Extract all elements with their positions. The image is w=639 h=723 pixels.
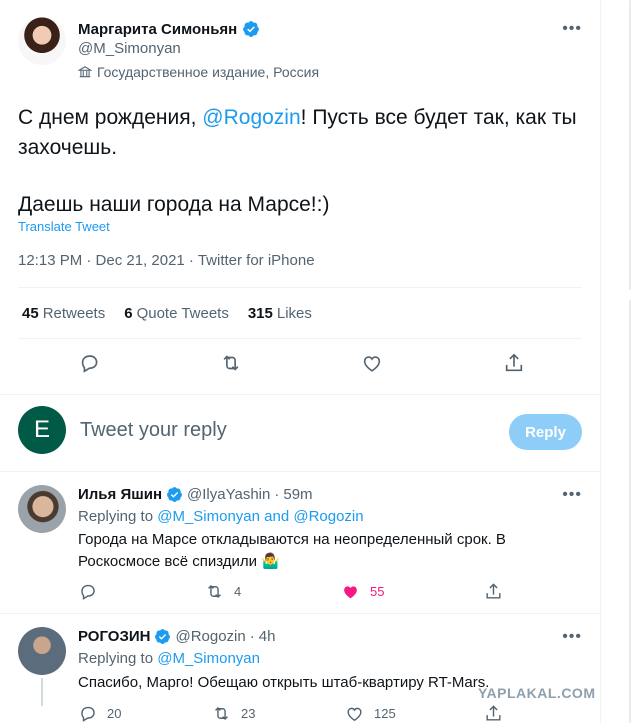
divider	[0, 613, 600, 614]
retweet-icon	[208, 584, 221, 599]
scrollbar-track[interactable]	[629, 0, 631, 290]
reply-text: Города на Марсе откладываются на неопред…	[78, 531, 506, 570]
share-icon[interactable]	[503, 352, 525, 374]
like-icon[interactable]	[361, 352, 383, 374]
tweet-detail-column: Маргарита Симоньян @M_Simonyan Государст…	[0, 0, 601, 723]
reply-author-name[interactable]: Илья Яшин	[78, 486, 162, 503]
reply-count: 20	[107, 706, 122, 721]
reply-header: Илья Яшин @IlyaYashin · 59m	[78, 486, 313, 503]
like-icon	[344, 586, 357, 599]
reply-author-name[interactable]: РОГОЗИН	[78, 628, 150, 645]
reply-header: РОГОЗИН @Rogozin · 4h	[78, 628, 275, 645]
author-name-row[interactable]: Маргарита Симоньян	[78, 20, 260, 38]
author-avatar[interactable]	[18, 17, 66, 65]
tweet-text-part1: С днем рождения,	[18, 106, 203, 129]
current-user-avatar[interactable]: E	[18, 406, 66, 454]
divider	[0, 471, 600, 472]
stat-retweets[interactable]: 45 Retweets	[22, 305, 105, 322]
like-icon	[347, 707, 362, 722]
reply-avatar[interactable]	[18, 627, 66, 675]
tweet-timestamp[interactable]: 12:13 PM · Dec 21, 2021 · Twitter for iP…	[18, 252, 315, 269]
retweet-count: 23	[241, 706, 256, 721]
state-media-label[interactable]: Государственное издание, Россия	[78, 64, 319, 80]
verified-badge-icon	[243, 21, 260, 37]
scrollbar-track[interactable]	[629, 300, 631, 723]
share-icon[interactable]	[484, 704, 503, 723]
more-icon[interactable]: •••	[562, 486, 582, 504]
like-count: 55	[370, 584, 385, 599]
reply-author-handle[interactable]: @Rogozin	[175, 628, 245, 645]
share-icon[interactable]	[484, 582, 503, 601]
reply-separator: ·	[274, 486, 280, 503]
replying-to-link[interactable]: @M_Simonyan and @Rogozin	[157, 508, 363, 525]
watermark: YAPLAKAL.COM	[478, 685, 596, 701]
verified-badge-icon	[167, 487, 182, 502]
reply-time[interactable]: 4h	[259, 628, 276, 645]
reply-time[interactable]: 59m	[283, 486, 312, 503]
reply-icon[interactable]	[78, 352, 100, 374]
reply-text: Спасибо, Марго! Обещаю открыть штаб-квар…	[78, 674, 490, 691]
reply-icon	[81, 706, 95, 722]
author-handle[interactable]: @M_Simonyan	[78, 40, 181, 57]
reply-button[interactable]: Reply	[509, 414, 582, 450]
retweet-icon[interactable]	[220, 352, 242, 374]
mention-link[interactable]: @Rogozin	[202, 106, 300, 129]
translate-tweet-link[interactable]: Translate Tweet	[18, 219, 110, 234]
retweet-count: 4	[234, 584, 242, 599]
divider	[18, 338, 582, 339]
tweet-text-line2: Даешь наши города на Марсе!:)	[18, 193, 330, 216]
reply-separator: ·	[249, 628, 255, 645]
verified-badge-icon	[155, 629, 171, 644]
stat-likes[interactable]: 315 Likes	[248, 305, 312, 322]
stat-quote-tweets[interactable]: 6 Quote Tweets	[124, 305, 229, 322]
reply-author-handle[interactable]: @IlyaYashin	[187, 486, 270, 503]
tweet-action-bar	[0, 352, 601, 376]
retweet-icon	[215, 706, 228, 721]
retweet-button[interactable]: 4	[205, 582, 241, 601]
tweet-text: С днем рождения, @Rogozin! Пусть все буд…	[18, 103, 588, 220]
replying-to: Replying to @M_Simonyan	[78, 650, 260, 667]
reply-input[interactable]: Tweet your reply	[80, 419, 227, 442]
like-button[interactable]: 55	[341, 582, 384, 601]
thread-line	[41, 678, 43, 706]
reply-button[interactable]: 20	[78, 704, 121, 723]
reply-icon[interactable]	[78, 582, 97, 601]
replying-to: Replying to @M_Simonyan and @Rogozin	[78, 508, 364, 525]
divider	[18, 287, 582, 288]
author-name[interactable]: Маргарита Симоньян	[78, 21, 237, 38]
replying-to-link[interactable]: @M_Simonyan	[157, 650, 260, 667]
divider	[0, 394, 600, 395]
tweet-stats: 45 Retweets 6 Quote Tweets 315 Likes	[22, 305, 312, 322]
state-media-text: Государственное издание, Россия	[97, 64, 320, 80]
retweet-button[interactable]: 23	[212, 704, 255, 723]
more-icon[interactable]: •••	[562, 20, 582, 38]
like-button[interactable]: 125	[345, 704, 396, 723]
reply-action-bar: 4 55	[0, 582, 601, 602]
reply-action-bar: 20 23 125	[0, 704, 601, 723]
more-icon[interactable]: •••	[562, 628, 582, 646]
state-media-icon	[78, 66, 92, 78]
right-scroll-strip	[601, 0, 639, 723]
reply-avatar[interactable]	[18, 485, 66, 533]
like-count: 125	[374, 706, 396, 721]
